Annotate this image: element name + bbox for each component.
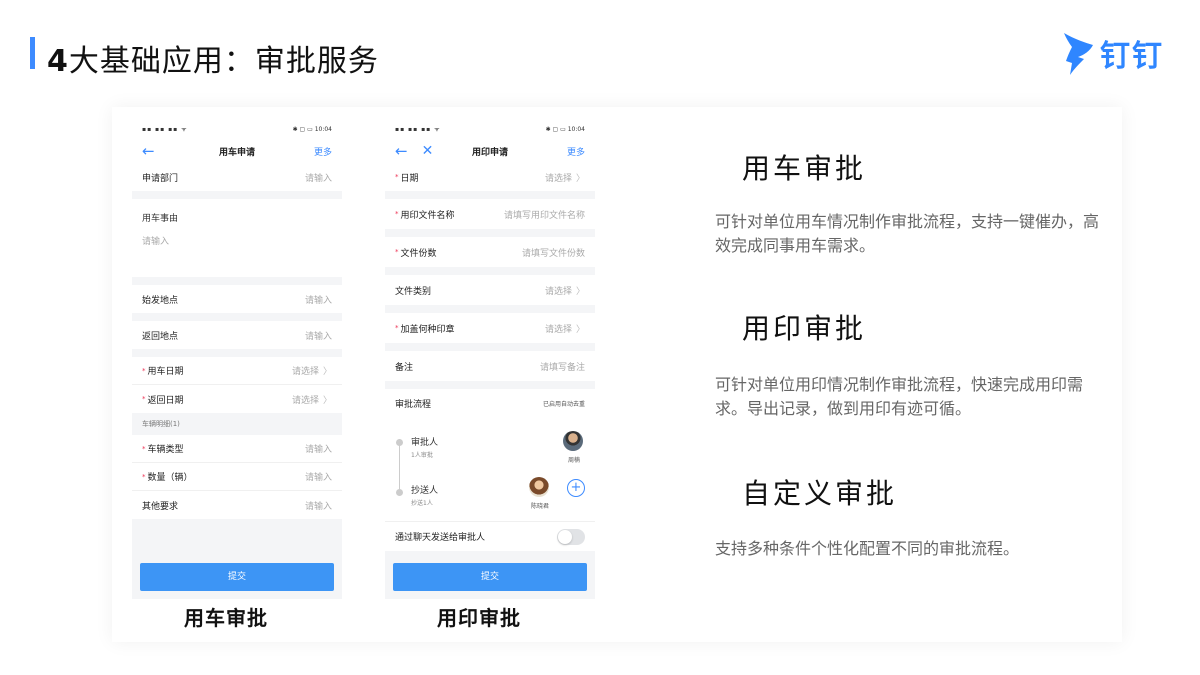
approval-flow-header: 审批流程 已启用自动去重 xyxy=(385,389,595,417)
chevron-right-icon: 〉 xyxy=(575,173,585,184)
quantity-field[interactable]: * 数量（辆） 请输入 xyxy=(132,463,342,491)
required-marker: * xyxy=(142,444,146,453)
vehicle-section-header: 车辆明细(1) xyxy=(142,420,180,428)
other-requirements-field[interactable]: 其他要求 请输入 xyxy=(132,491,342,519)
chat-send-row: 通过聊天发送给审批人 xyxy=(385,521,595,551)
feature-title-car: 用车审批 xyxy=(742,152,867,185)
vehicle-type-field[interactable]: * 车辆类型 请输入 xyxy=(132,435,342,463)
approver-avatar[interactable] xyxy=(563,431,583,451)
dingtalk-logo: 钉钉 xyxy=(1060,28,1175,78)
feature-desc-custom: 支持多种条件个性化配置不同的审批流程。 xyxy=(715,539,1020,558)
file-category-field[interactable]: 文件类别 请选择〉 xyxy=(385,275,595,305)
chevron-right-icon: 〉 xyxy=(575,324,585,335)
required-marker: * xyxy=(395,173,399,181)
seal-type-field[interactable]: * 加盖何种印章 请选择〉 xyxy=(385,313,595,343)
dingtalk-wing-icon xyxy=(1064,33,1093,75)
start-location-field[interactable]: 始发地点 请输入 xyxy=(132,285,342,313)
required-marker: * xyxy=(142,366,146,375)
nav-title: 用车申请 xyxy=(218,147,255,158)
chevron-right-icon: 〉 xyxy=(575,286,585,297)
date-field[interactable]: * 日期 请选择〉 xyxy=(385,163,595,191)
required-marker: * xyxy=(395,248,399,256)
required-marker: * xyxy=(142,395,146,403)
caption-car: 用车审批 xyxy=(184,606,268,630)
approver-step: 审批人 1人审批 xyxy=(411,438,439,459)
caption-seal: 用印审批 xyxy=(437,606,521,630)
page-title: 4大基础应用：审批服务 xyxy=(47,44,379,79)
chat-send-toggle[interactable] xyxy=(557,528,585,545)
submit-button[interactable]: 提交 xyxy=(393,563,587,591)
feature-title-custom: 自定义审批 xyxy=(742,477,898,510)
car-date-field[interactable]: * 用车日期 请选择〉 xyxy=(132,357,342,385)
add-cc-icon[interactable]: + xyxy=(567,479,585,497)
cc-step: 抄送人 抄送1人 xyxy=(411,486,439,507)
nav-bar: ← ✕ 用印申请 更多 xyxy=(385,139,595,163)
feature-desc-car: 可针对单位用车情况制作审批流程，支持一键催办，高效完成同事用车需求。 xyxy=(715,212,1100,255)
reason-field[interactable]: 用车事由 请输入 xyxy=(132,199,342,277)
copies-field[interactable]: * 文件份数 请填写文件份数 xyxy=(385,237,595,267)
file-name-field[interactable]: * 用印文件名称 请填写用印文件名称 xyxy=(385,199,595,229)
required-marker: * xyxy=(142,472,146,481)
feature-title-seal: 用印审批 xyxy=(742,312,867,345)
phone-seal-request: ▪▪ ▪▪ ▪▪ ᯤ ✱ ▢ ▭ 10:04 ← ✕ 用印申请 更多 * 日期 … xyxy=(385,119,595,599)
title-accent-bar xyxy=(30,37,35,69)
note-field[interactable]: 备注 请填写备注 xyxy=(385,351,595,381)
approval-flow: 审批人 1人审批 周楠 抄送人 抄送1人 陈晓君 + xyxy=(385,417,595,521)
nav-title: 用印申请 xyxy=(471,147,508,158)
return-location-field[interactable]: 返回地点 请输入 xyxy=(132,321,342,349)
nav-bar: ← 用车申请 更多 xyxy=(132,139,342,163)
status-bar: ▪▪ ▪▪ ▪▪ ᯤ ✱ ▢ ▭ 10:04 xyxy=(385,119,595,139)
chevron-right-icon: 〉 xyxy=(322,367,332,377)
submit-button[interactable]: 提交 xyxy=(140,563,334,591)
chevron-right-icon: 〉 xyxy=(322,395,332,406)
feature-desc-seal: 可针对单位用印情况制作审批流程，快速完成用印需求。导出记录，做到用印有迹可循。 xyxy=(715,375,1084,418)
return-date-field[interactable]: * 返回日期 请选择〉 xyxy=(132,385,342,413)
content-panel: ▪▪ ▪▪ ▪▪ ᯤ ✱ ▢ ▭ 10:04 ← 用车申请 更多 申请部门 请输… xyxy=(112,107,1122,642)
required-marker: * xyxy=(395,210,399,218)
dept-field[interactable]: 申请部门 请输入 xyxy=(132,163,342,191)
status-bar: ▪▪ ▪▪ ▪▪ ᯤ ✱ ▢ ▭ 10:04 xyxy=(132,119,342,139)
phone-car-request: ▪▪ ▪▪ ▪▪ ᯤ ✱ ▢ ▭ 10:04 ← 用车申请 更多 申请部门 请输… xyxy=(132,119,342,599)
required-marker: * xyxy=(395,324,399,332)
cc-avatar[interactable] xyxy=(529,477,549,497)
